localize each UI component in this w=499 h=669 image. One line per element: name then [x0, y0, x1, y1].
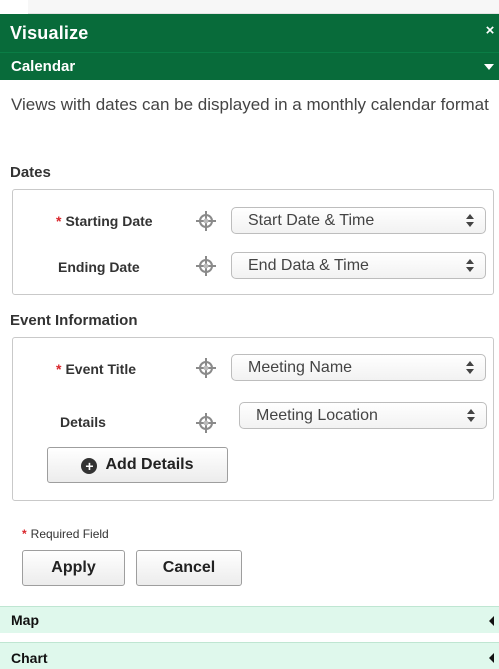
panel-title: Visualize	[10, 23, 89, 43]
calendar-section-label: Calendar	[11, 58, 76, 75]
ending-date-value: End Data & Time	[248, 257, 369, 274]
event-title-text: Event Title	[65, 361, 136, 377]
close-icon[interactable]: ×	[483, 22, 497, 39]
starting-date-value: Start Date & Time	[248, 212, 375, 229]
starting-date-label: * Starting Date	[56, 213, 187, 229]
accordion-map-label: Map	[11, 612, 39, 628]
crosshair-icon[interactable]	[195, 412, 217, 434]
details-label: Details	[60, 414, 106, 430]
required-field-note: * Required Field	[22, 527, 109, 541]
plus-circle-icon: +	[81, 458, 98, 474]
dates-group-title: Dates	[10, 164, 51, 181]
updown-arrows-icon	[466, 360, 475, 376]
intro-text: Views with dates can be displayed in a m…	[11, 95, 489, 114]
starting-date-select[interactable]: Start Date & Time	[231, 207, 486, 234]
chevron-down-icon	[484, 64, 494, 70]
starting-date-text: Starting Date	[65, 213, 153, 229]
required-asterisk: *	[56, 213, 62, 229]
event-title-value: Meeting Name	[248, 359, 353, 376]
event-group-title: Event Information	[10, 312, 138, 329]
updown-arrows-icon	[466, 213, 475, 229]
add-details-label: Add Details	[105, 456, 194, 473]
tab-left	[0, 0, 28, 14]
required-asterisk: *	[56, 361, 62, 377]
details-select[interactable]: Meeting Location	[239, 402, 487, 429]
crosshair-icon[interactable]	[195, 210, 217, 232]
chevron-left-icon	[489, 653, 494, 663]
updown-arrows-icon	[467, 408, 476, 424]
accordion-chart[interactable]: Chart	[0, 642, 499, 669]
apply-button[interactable]: Apply	[22, 550, 125, 586]
accordion-map[interactable]: Map	[0, 606, 499, 633]
visualize-header: Visualize ×	[0, 14, 499, 52]
crosshair-icon[interactable]	[195, 255, 217, 277]
event-title-label: * Event Title	[56, 361, 136, 377]
ending-date-label: Ending Date	[58, 259, 140, 275]
chevron-left-icon	[489, 616, 494, 626]
ending-date-select[interactable]: End Data & Time	[231, 252, 486, 279]
accordion-chart-label: Chart	[11, 650, 48, 666]
event-box: * Event Title Meeting Name Details Meetin…	[12, 337, 494, 501]
calendar-section-header[interactable]: Calendar	[0, 52, 499, 80]
cancel-button[interactable]: Cancel	[136, 550, 242, 586]
updown-arrows-icon	[466, 258, 475, 274]
required-asterisk: *	[22, 527, 27, 541]
required-field-text: Required Field	[30, 527, 109, 541]
dates-box: * Starting Date Start Date & Time Ending …	[12, 189, 494, 295]
top-strip	[0, 0, 499, 14]
add-details-button[interactable]: + Add Details	[47, 447, 228, 483]
crosshair-icon[interactable]	[195, 357, 217, 379]
details-value: Meeting Location	[256, 407, 378, 424]
tab-edge	[0, 0, 499, 14]
event-title-select[interactable]: Meeting Name	[231, 354, 486, 381]
